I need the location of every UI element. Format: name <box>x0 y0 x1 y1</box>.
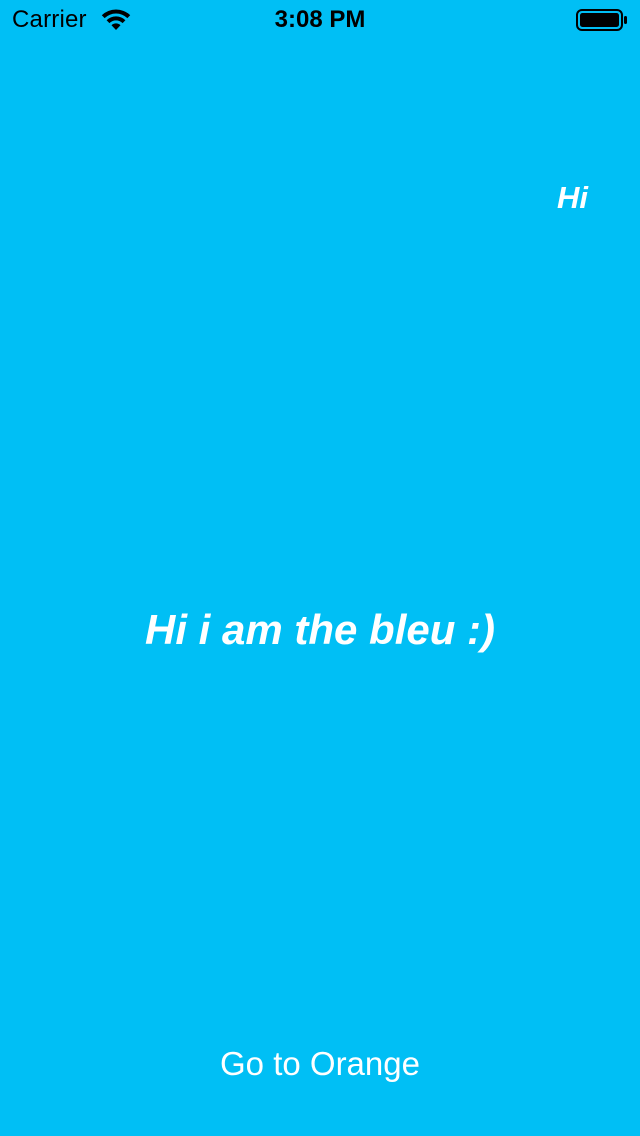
hi-label: Hi <box>557 180 588 215</box>
status-bar: Carrier 3:08 PM <box>0 0 640 40</box>
go-to-orange-button[interactable]: Go to Orange <box>170 1040 470 1088</box>
battery-full-icon <box>576 9 628 31</box>
screen: Carrier 3:08 PM Hi Hi i am the bleu :) G… <box>0 0 640 1136</box>
page-title: Hi i am the bleu :) <box>144 606 496 653</box>
status-time: 3:08 PM <box>274 6 366 33</box>
